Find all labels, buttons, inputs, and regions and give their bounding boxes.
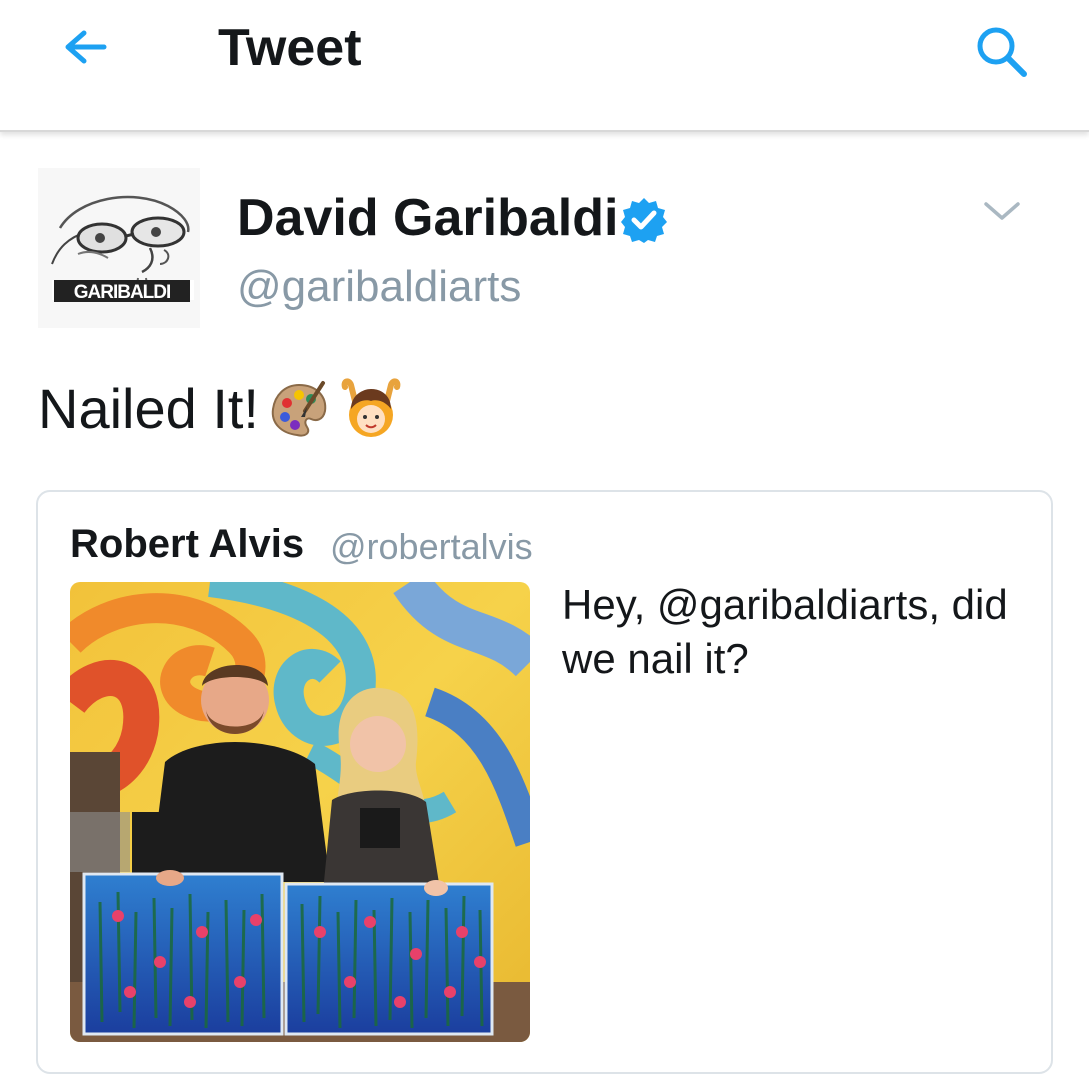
page-title: Tweet [218, 19, 362, 77]
arrow-left-icon [65, 30, 107, 64]
chevron-down-icon [984, 202, 1020, 220]
avatar[interactable]: GARIBALDI [38, 168, 200, 328]
quoted-tweet-photo[interactable] [70, 582, 530, 1042]
back-button[interactable] [56, 20, 116, 80]
search-icon [977, 27, 1027, 77]
quoted-author-name: Robert Alvis [70, 522, 305, 566]
garibaldi-logo-image: GARIBALDI [38, 168, 200, 328]
author-name[interactable]: David Garibaldi [237, 188, 618, 248]
quoted-tweet-card[interactable]: Robert Alvis @robertalvis Hey, @garibald… [36, 490, 1053, 1074]
quoted-tweet-text: Hey, @garibaldiarts, did we nail it? [562, 581, 1008, 682]
tweet-body: Nailed It! [38, 377, 259, 440]
quoted-author-handle: @robertalvis [330, 526, 533, 567]
raising-hands-person-emoji [339, 377, 403, 441]
svg-text:GARIBALDI: GARIBALDI [74, 282, 171, 303]
author-handle[interactable]: @garibaldiarts [237, 262, 521, 312]
tweet-options-button[interactable] [982, 196, 1022, 226]
app-bar: Tweet [0, 0, 1089, 132]
search-button[interactable] [970, 20, 1034, 84]
tweet-text: Nailed It! [38, 376, 403, 441]
verified-badge-icon [620, 196, 668, 244]
artist-palette-emoji [267, 377, 331, 441]
